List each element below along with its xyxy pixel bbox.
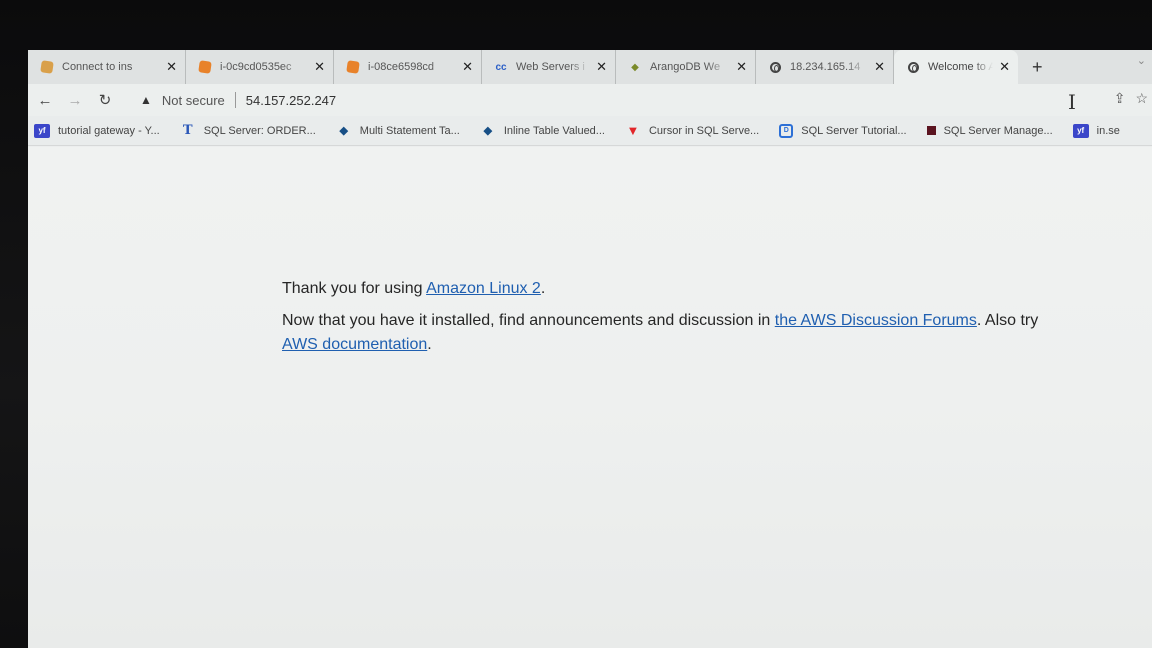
- text: . Also try: [976, 312, 1039, 329]
- tab-welcome[interactable]: Welcome to A ✕: [894, 50, 1018, 84]
- bookmark-label: SQL Server Manage...: [943, 124, 1053, 137]
- bookmark-label: Inline Table Valued...: [503, 124, 605, 137]
- bookmark-label: SQL Server Tutorial...: [801, 124, 907, 137]
- bookmark-star-icon[interactable]: ☆: [1135, 90, 1148, 107]
- welcome-content: Thank you for using Amazon Linux 2. Now …: [282, 277, 1102, 365]
- text: Now that you have it installed, find ann…: [282, 312, 775, 329]
- close-icon[interactable]: ✕: [166, 59, 177, 75]
- tab-title: Welcome to A: [928, 61, 994, 73]
- amazon-linux-2-link[interactable]: Amazon Linux 2: [426, 280, 541, 297]
- share-icon[interactable]: ⇪: [1114, 90, 1126, 107]
- tab-strip: Connect to ins ✕ i-0c9cd0535ec ✕ i-08ce6…: [28, 50, 1152, 84]
- divider: [234, 92, 236, 108]
- tab-title: Connect to ins: [62, 61, 133, 73]
- aws-discussion-forums-link[interactable]: the AWS Discussion Forums: [775, 312, 977, 329]
- yf-icon: yf: [1072, 123, 1089, 138]
- bookmark-label: SQL Server: ORDER...: [203, 124, 316, 137]
- close-icon[interactable]: ✕: [999, 59, 1010, 75]
- bookmark-inline-table[interactable]: ◆ Inline Table Valued...: [480, 124, 605, 138]
- thank-you-line: Thank you for using Amazon Linux 2.: [282, 277, 1102, 301]
- toolbar: ← → ↻ ▲ Not secure 54.157.252.247 I ⇪ ☆: [28, 84, 1152, 116]
- bookmark-label: in.se: [1096, 124, 1120, 137]
- close-icon[interactable]: ✕: [596, 59, 607, 75]
- tab-search-icon[interactable]: ⌄: [1137, 54, 1146, 67]
- not-secure-warning-icon[interactable]: ▲: [140, 93, 152, 107]
- reload-icon[interactable]: ↻: [90, 91, 120, 109]
- aws-orange-icon: [198, 60, 212, 74]
- browser-window: Connect to ins ✕ i-0c9cd0535ec ✕ i-08ce6…: [28, 50, 1152, 648]
- bookmark-inse[interactable]: yf in.se: [1072, 123, 1120, 138]
- tab-title: Web Servers i: [516, 61, 585, 73]
- close-icon[interactable]: ✕: [462, 59, 473, 75]
- bookmark-cursor-sql[interactable]: ▼ Cursor in SQL Serve...: [625, 123, 760, 138]
- announcements-line: Now that you have it installed, find ann…: [282, 309, 1102, 357]
- aws-documentation-link[interactable]: AWS documentation: [282, 336, 427, 353]
- cc-icon: cc: [495, 61, 507, 73]
- url-text[interactable]: 54.157.252.247: [246, 93, 336, 108]
- text: .: [427, 336, 432, 353]
- tab-ip-address[interactable]: 18.234.165.14 ✕: [756, 50, 894, 84]
- globe-icon: [768, 60, 782, 74]
- aws-orange-icon: [346, 60, 360, 74]
- page-body: Thank you for using Amazon Linux 2. Now …: [28, 147, 1152, 648]
- aws-orange-icon: [40, 60, 54, 74]
- back-icon[interactable]: ←: [30, 92, 60, 109]
- bookmark-label: tutorial gateway - Y...: [58, 124, 160, 137]
- tab-instance-2[interactable]: i-08ce6598cd ✕: [334, 50, 482, 84]
- new-tab-button[interactable]: +: [1032, 57, 1043, 78]
- text: .: [540, 280, 546, 297]
- text-cursor-icon: I: [1068, 90, 1076, 114]
- tab-title: ArangoDB We: [650, 61, 721, 73]
- bookmark-sql-manage[interactable]: SQL Server Manage...: [926, 124, 1053, 137]
- bookmarks-bar: yf tutorial gateway - Y... T SQL Server:…: [28, 116, 1152, 146]
- toolbar-actions: ⇪ ☆: [1114, 90, 1148, 107]
- diamond-icon: ◆: [339, 125, 349, 137]
- square-icon: [926, 126, 936, 135]
- text: Thank you for using: [282, 280, 427, 297]
- bookmark-multi-statement[interactable]: ◆ Multi Statement Ta...: [336, 124, 460, 138]
- forward-icon[interactable]: →: [60, 92, 90, 109]
- v-red-icon: ▼: [626, 123, 640, 138]
- bookmark-label: Cursor in SQL Serve...: [648, 124, 760, 137]
- tab-instance-1[interactable]: i-0c9cd0535ec ✕: [186, 50, 334, 84]
- yf-icon: yf: [34, 123, 50, 138]
- tab-title: 18.234.165.14: [790, 61, 861, 73]
- tab-title: i-0c9cd0535ec: [220, 61, 292, 73]
- t-icon: T: [182, 123, 193, 138]
- d-blue-icon: D: [779, 123, 794, 138]
- close-icon[interactable]: ✕: [874, 59, 885, 75]
- tab-title: i-08ce6598cd: [368, 61, 435, 73]
- globe-icon: [906, 60, 920, 74]
- bookmark-tutorial-gateway[interactable]: yf tutorial gateway - Y...: [34, 123, 160, 138]
- bookmark-sql-tutorial[interactable]: D SQL Server Tutorial...: [779, 123, 907, 138]
- tab-arangodb[interactable]: ◆ ArangoDB We ✕: [616, 50, 756, 84]
- close-icon[interactable]: ✕: [736, 59, 747, 75]
- diamond-icon: ◆: [483, 125, 493, 137]
- tab-connect-to-instance[interactable]: Connect to ins ✕: [28, 50, 186, 84]
- tab-web-servers[interactable]: cc Web Servers i ✕: [482, 50, 616, 84]
- close-icon[interactable]: ✕: [314, 59, 325, 75]
- bookmark-sql-order[interactable]: T SQL Server: ORDER...: [180, 123, 316, 138]
- address-bar[interactable]: ▲ Not secure 54.157.252.247 I: [140, 88, 1080, 114]
- bookmark-label: Multi Statement Ta...: [359, 124, 460, 137]
- security-label[interactable]: Not secure: [162, 93, 225, 108]
- arangodb-icon: ◆: [631, 61, 639, 73]
